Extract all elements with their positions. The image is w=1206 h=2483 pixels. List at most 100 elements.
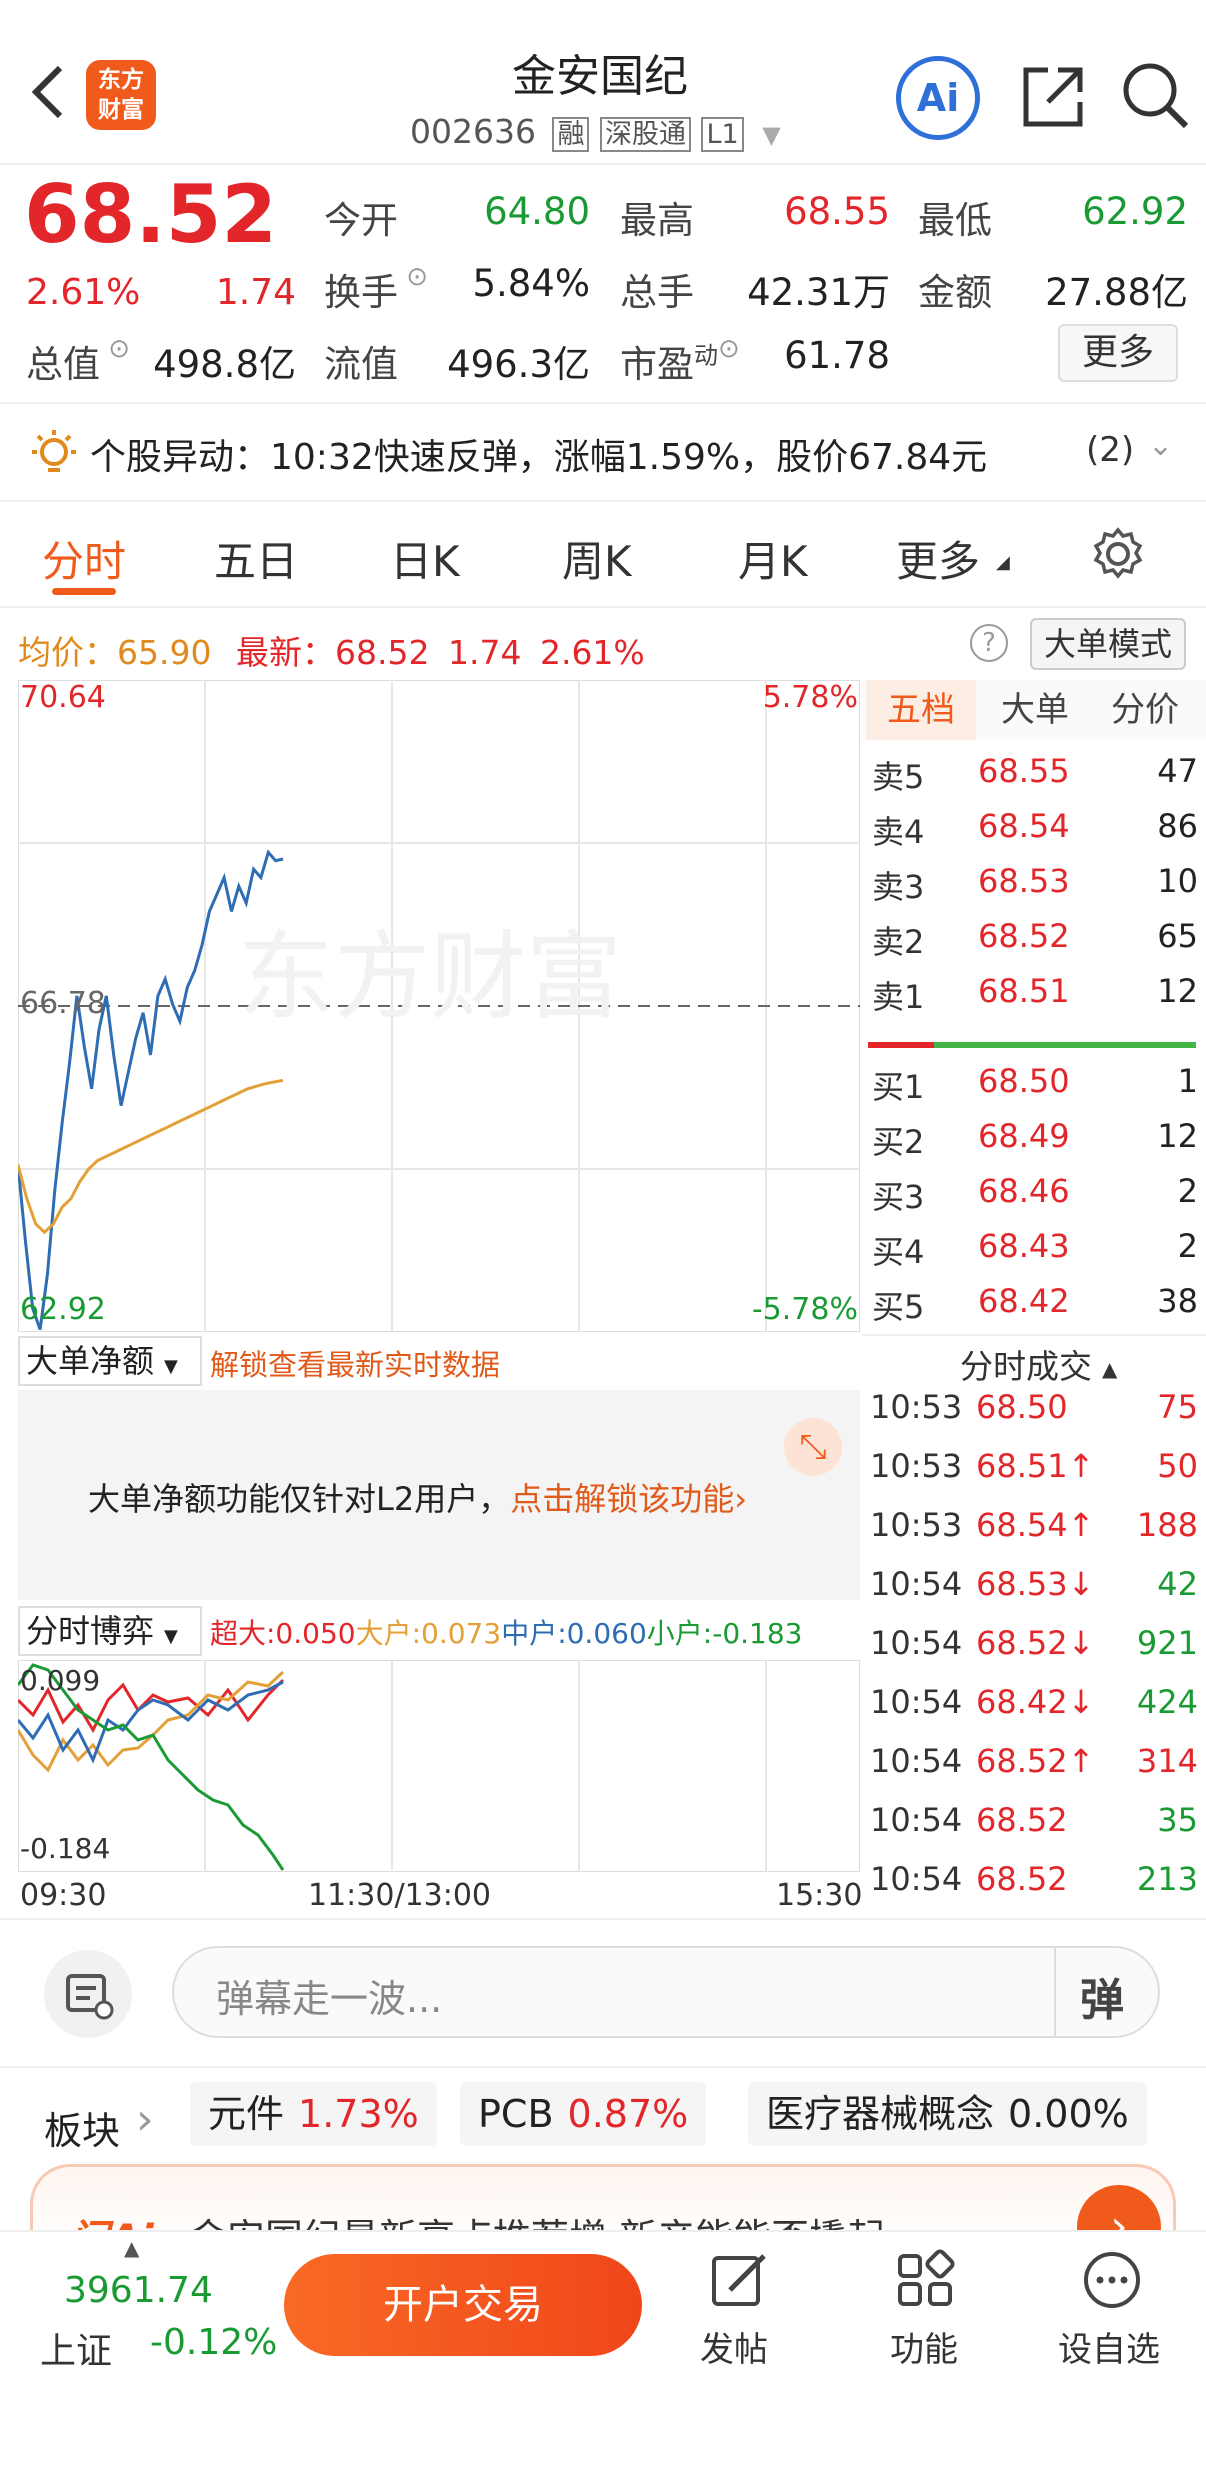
ticks-title[interactable]: 分时成交 ▲ — [960, 1340, 1117, 1388]
tab-intraday[interactable]: 分时 — [42, 528, 126, 589]
level-volume: 65 — [1157, 917, 1198, 955]
y-mid-label: 66.78 — [20, 986, 106, 1021]
level-label: 卖4 — [872, 813, 925, 851]
index-value[interactable]: 3961.74 — [64, 2270, 213, 2311]
float-label: 流值 — [324, 343, 398, 386]
level-label: 买3 — [872, 1178, 925, 1216]
high-value: 68.55 — [784, 190, 890, 233]
info-icon[interactable]: ⊙ — [100, 334, 130, 364]
divider — [862, 1334, 1206, 1336]
low-label: 最低 — [918, 199, 992, 242]
share-icon[interactable] — [1018, 62, 1088, 132]
alert-count[interactable]: (2) — [1086, 430, 1134, 470]
level-price: 68.53 — [978, 862, 1070, 900]
level-price: 68.55 — [978, 752, 1070, 790]
ask-row[interactable]: 卖2 68.52 65 — [868, 917, 1206, 971]
level-price: 68.54 — [978, 807, 1070, 845]
open-value: 64.80 — [484, 190, 590, 233]
stock-code: 002636 — [410, 112, 536, 151]
latest-value: 68.52 — [334, 633, 430, 672]
bid-row[interactable]: 买1 68.50 1 — [868, 1062, 1206, 1116]
ratio-sell-part — [868, 1042, 934, 1048]
mktcap-label: 总值 ⊙ — [26, 334, 130, 388]
sectors-label[interactable]: 板块 — [44, 2100, 120, 2155]
post-label[interactable]: 发帖 — [700, 2322, 768, 2371]
sector-pct: 0.87% — [567, 2092, 689, 2136]
intraday-chart[interactable]: 东方财富 — [18, 680, 860, 1332]
game-chart[interactable] — [18, 1660, 860, 1872]
caret-down-icon: ▼ — [164, 1626, 178, 1647]
gear-icon[interactable] — [1090, 526, 1146, 582]
bid-row[interactable]: 买2 68.49 12 — [868, 1117, 1206, 1171]
comment-placeholder: 弹幕走一波... — [216, 1977, 443, 2021]
notice-unlock-link[interactable]: 点击解锁该功能› — [510, 1480, 747, 1518]
tab-five-level[interactable]: 五档 — [866, 680, 976, 740]
chevron-right-icon[interactable]: › — [136, 2094, 154, 2145]
pe-label-text: 市盈 — [620, 343, 694, 386]
bid-row[interactable]: 买5 68.42 38 — [868, 1282, 1206, 1336]
level-label: 卖2 — [872, 923, 925, 961]
unlock-link[interactable]: 解锁查看最新实时数据 — [210, 1342, 500, 1384]
stock-title: 金安国纪 — [512, 51, 688, 102]
sector-pill[interactable]: PCB 0.87% — [460, 2082, 707, 2146]
tick-row: 10:54 68.53↓ 42 — [868, 1565, 1206, 1623]
tab-monthly-k[interactable]: 月K — [738, 528, 808, 589]
chevron-down-icon[interactable]: ⌄ — [1148, 428, 1173, 463]
bigorder-select[interactable]: 大单净额 ▼ — [18, 1336, 202, 1386]
tab-more[interactable]: 更多 — [896, 528, 980, 589]
tick-volume: 188 — [1136, 1506, 1198, 1544]
ask-row[interactable]: 卖3 68.53 10 — [868, 862, 1206, 916]
tab-daily-k[interactable]: 日K — [390, 528, 460, 589]
alert-text[interactable]: 个股异动：10:32快速反弹，涨幅1.59%，股价67.84元 — [90, 428, 987, 480]
chevron-left-icon[interactable] — [28, 62, 68, 122]
tab-underline — [52, 588, 116, 595]
tab-big-order[interactable]: 大单 — [980, 680, 1090, 740]
comment-input[interactable]: 弹幕走一波... 弹 — [172, 1946, 1160, 2038]
help-icon[interactable]: ? — [970, 624, 1008, 662]
more-button[interactable]: 更多 — [1058, 324, 1178, 382]
watchlist-label[interactable]: 设自选 — [1058, 2322, 1160, 2371]
bid-row[interactable]: 买3 68.46 2 — [868, 1172, 1206, 1226]
index-pct[interactable]: -0.12% — [150, 2322, 277, 2363]
ai-button[interactable]: Ai — [896, 56, 980, 140]
bigorder-mode-button[interactable]: 大单模式 — [1030, 618, 1186, 670]
index-name[interactable]: 上证 — [40, 2322, 112, 2374]
comment-toggle-button[interactable] — [44, 1950, 132, 2038]
sector-name: 医疗器械概念 — [766, 2092, 995, 2136]
orderbook-tabs: 五档 大单 分价 — [862, 680, 1206, 740]
ask-row[interactable]: 卖5 68.55 47 — [868, 752, 1206, 806]
level-price: 68.52 — [978, 917, 1070, 955]
bid-row[interactable]: 买4 68.43 2 — [868, 1227, 1206, 1281]
ask-row[interactable]: 卖4 68.54 86 — [868, 807, 1206, 861]
tick-row: 10:53 68.51↑ 50 — [868, 1447, 1206, 1505]
tab-five-day[interactable]: 五日 — [214, 528, 298, 589]
caret-down-icon[interactable]: ▼ — [762, 121, 780, 149]
function-icon[interactable] — [894, 2248, 958, 2312]
sector-pill[interactable]: 元件 1.73% — [190, 2082, 437, 2146]
function-label[interactable]: 功能 — [890, 2322, 958, 2371]
sector-pct: 0.00% — [1008, 2092, 1129, 2136]
ask-row[interactable]: 卖1 68.51 12 — [868, 972, 1206, 1026]
info-icon[interactable]: ⊙ — [398, 262, 428, 292]
danmu-icon[interactable]: 弹 — [1080, 1964, 1124, 2028]
tick-volume: 35 — [1157, 1801, 1198, 1839]
bigorder-select-label: 大单净额 — [26, 1342, 155, 1380]
level-volume: 38 — [1157, 1282, 1198, 1320]
tab-weekly-k[interactable]: 周K — [562, 528, 632, 589]
tick-time: 10:53 — [870, 1388, 963, 1426]
tab-price-dist[interactable]: 分价 — [1090, 680, 1200, 740]
sector-pill[interactable]: 医疗器械概念 0.00% — [748, 2082, 1147, 2146]
game-select[interactable]: 分时博弈 ▼ — [18, 1606, 202, 1656]
game-frame — [18, 1660, 860, 1872]
avg-value: 65.90 — [117, 633, 212, 672]
latest-label: 最新： — [235, 633, 335, 672]
trade-button[interactable]: 开户交易 — [284, 2254, 642, 2356]
level-label: 买4 — [872, 1233, 925, 1271]
level-label: 卖5 — [872, 758, 925, 796]
more-dots-icon[interactable] — [1080, 2248, 1144, 2312]
x-label-close: 15:30 — [776, 1878, 863, 1913]
post-icon[interactable] — [708, 2248, 772, 2312]
expand-icon[interactable]: ⤡ — [784, 1418, 842, 1476]
search-icon[interactable] — [1120, 60, 1192, 132]
low-value: 62.92 — [1082, 190, 1188, 233]
